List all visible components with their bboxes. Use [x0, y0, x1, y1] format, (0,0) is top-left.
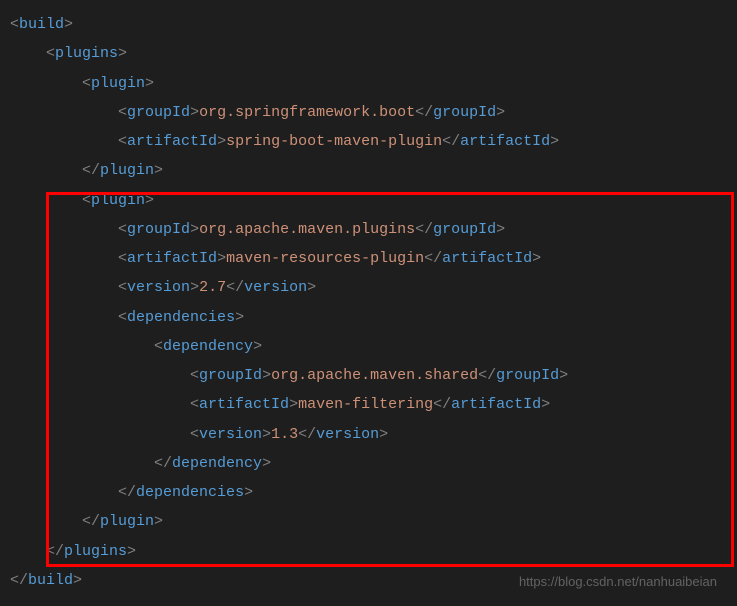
code-line: </plugin> — [10, 156, 737, 185]
code-line: </dependencies> — [10, 478, 737, 507]
code-line: <plugin> — [10, 186, 737, 215]
code-line: </plugin> — [10, 507, 737, 536]
code-line: <groupId>org.apache.maven.plugins</group… — [10, 215, 737, 244]
code-line: <build> — [10, 10, 737, 39]
code-line: <groupId>org.springframework.boot</group… — [10, 98, 737, 127]
code-line: <artifactId>maven-filtering</artifactId> — [10, 390, 737, 419]
code-line: </plugins> — [10, 537, 737, 566]
code-line: <plugins> — [10, 39, 737, 68]
code-line: <version>2.7</version> — [10, 273, 737, 302]
xml-code-block: <build> <plugins> <plugin> <groupId>org.… — [0, 0, 737, 595]
watermark-text: https://blog.csdn.net/nanhuaibeian — [519, 569, 717, 594]
code-line: <plugin> — [10, 69, 737, 98]
code-line: <artifactId>maven-resources-plugin</arti… — [10, 244, 737, 273]
code-line: <version>1.3</version> — [10, 420, 737, 449]
code-line: <artifactId>spring-boot-maven-plugin</ar… — [10, 127, 737, 156]
code-line: <dependencies> — [10, 303, 737, 332]
code-line: <groupId>org.apache.maven.shared</groupI… — [10, 361, 737, 390]
code-line: </dependency> — [10, 449, 737, 478]
code-line: <dependency> — [10, 332, 737, 361]
